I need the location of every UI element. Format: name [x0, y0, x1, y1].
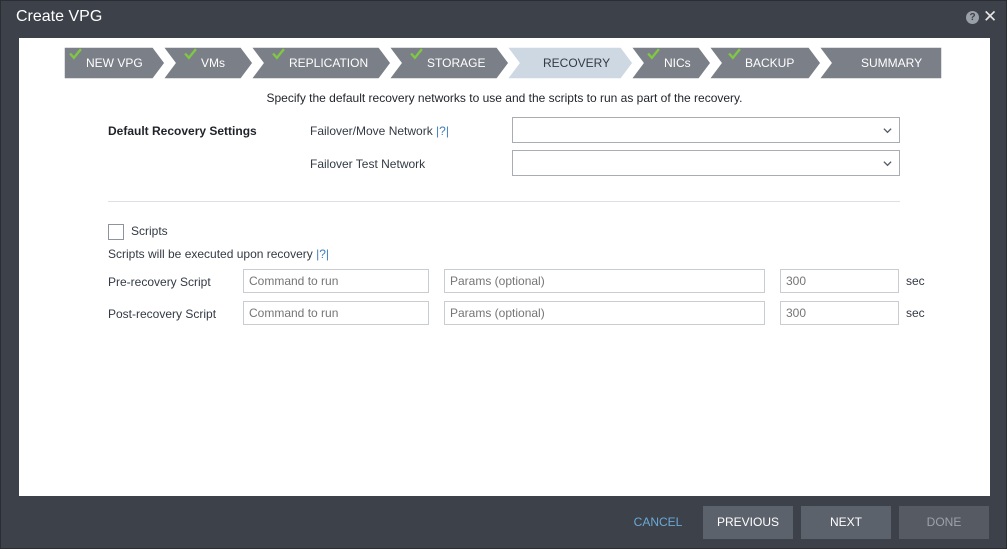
wizard-step-label: REPLICATION: [289, 56, 369, 70]
wizard-step-label: NEW VPG: [86, 56, 143, 70]
wizard-step-label: VMs: [201, 56, 225, 70]
failover-network-label: Failover/Move Network |?|: [310, 124, 449, 138]
default-recovery-settings-heading: Default Recovery Settings: [108, 124, 257, 138]
pre-recovery-params-input[interactable]: [444, 269, 765, 293]
pre-recovery-script-label: Pre-recovery Script: [108, 275, 211, 289]
wizard-step-recovery[interactable]: RECOVERY: [507, 47, 633, 79]
dialog-footer: CANCEL PREVIOUS NEXT DONE: [1, 497, 1006, 549]
scripts-note-text: Scripts will be executed upon recovery: [108, 247, 313, 261]
close-icon[interactable]: ✕: [983, 7, 997, 27]
wizard-step-label: BACKUP: [745, 56, 795, 70]
post-recovery-script-label: Post-recovery Script: [108, 307, 217, 321]
done-button[interactable]: DONE: [899, 506, 989, 539]
post-recovery-timeout-unit: sec: [906, 306, 925, 320]
previous-button[interactable]: PREVIOUS: [703, 506, 793, 539]
chevron-down-icon: [883, 128, 892, 134]
wizard-step-backup[interactable]: BACKUP: [709, 47, 821, 79]
wizard-step-label: SUMMARY: [861, 56, 923, 70]
next-button[interactable]: NEXT: [801, 506, 891, 539]
scripts-checkbox[interactable]: [108, 224, 124, 240]
post-recovery-command-input[interactable]: [243, 301, 429, 325]
create-vpg-dialog: Create VPG ? ✕ NEW VPG VMs REPLICATION S…: [0, 0, 1007, 549]
wizard-step-label: NICs: [664, 56, 691, 70]
failover-network-select[interactable]: [512, 117, 900, 143]
wizard-step-summary[interactable]: SUMMARY: [819, 47, 942, 79]
title-bar: Create VPG ? ✕: [1, 1, 1006, 35]
chevron-down-icon: [883, 161, 892, 167]
check-icon: [647, 48, 660, 60]
cancel-button[interactable]: CANCEL: [618, 506, 698, 539]
dialog-content: NEW VPG VMs REPLICATION STORAGE RECOVERY…: [19, 38, 990, 496]
failover-network-label-text: Failover/Move Network: [310, 124, 433, 138]
wizard-step-storage[interactable]: STORAGE: [389, 47, 509, 79]
check-icon: [184, 48, 197, 60]
check-icon: [69, 48, 82, 60]
scripts-note: Scripts will be executed upon recovery |…: [108, 247, 329, 261]
post-recovery-params-input[interactable]: [444, 301, 765, 325]
check-icon: [410, 48, 423, 60]
scripts-help-link[interactable]: |?|: [316, 247, 329, 261]
wizard-step-replication[interactable]: REPLICATION: [251, 47, 391, 79]
wizard-step-label: STORAGE: [427, 56, 486, 70]
post-recovery-timeout-input[interactable]: [780, 301, 899, 325]
check-icon: [272, 48, 285, 60]
check-icon: [728, 48, 741, 60]
wizard-step-nics[interactable]: NICs: [631, 47, 711, 79]
dialog-title: Create VPG: [16, 8, 103, 25]
wizard-step-vms[interactable]: VMs: [163, 47, 253, 79]
wizard-step-new-vpg[interactable]: NEW VPG: [64, 47, 165, 79]
section-divider: [108, 201, 900, 202]
wizard-step-label: RECOVERY: [543, 56, 611, 70]
help-icon[interactable]: ?: [966, 11, 979, 24]
pre-recovery-timeout-input[interactable]: [780, 269, 899, 293]
pre-recovery-timeout-unit: sec: [906, 274, 925, 288]
failover-test-network-label: Failover Test Network: [310, 157, 426, 171]
pre-recovery-command-input[interactable]: [243, 269, 429, 293]
failover-test-network-select[interactable]: [512, 150, 900, 176]
wizard-steps: NEW VPG VMs REPLICATION STORAGE RECOVERY…: [64, 47, 942, 79]
step-instruction: Specify the default recovery networks to…: [266, 91, 743, 105]
failover-network-help-link[interactable]: |?|: [436, 124, 449, 138]
scripts-checkbox-label[interactable]: Scripts: [131, 224, 168, 238]
